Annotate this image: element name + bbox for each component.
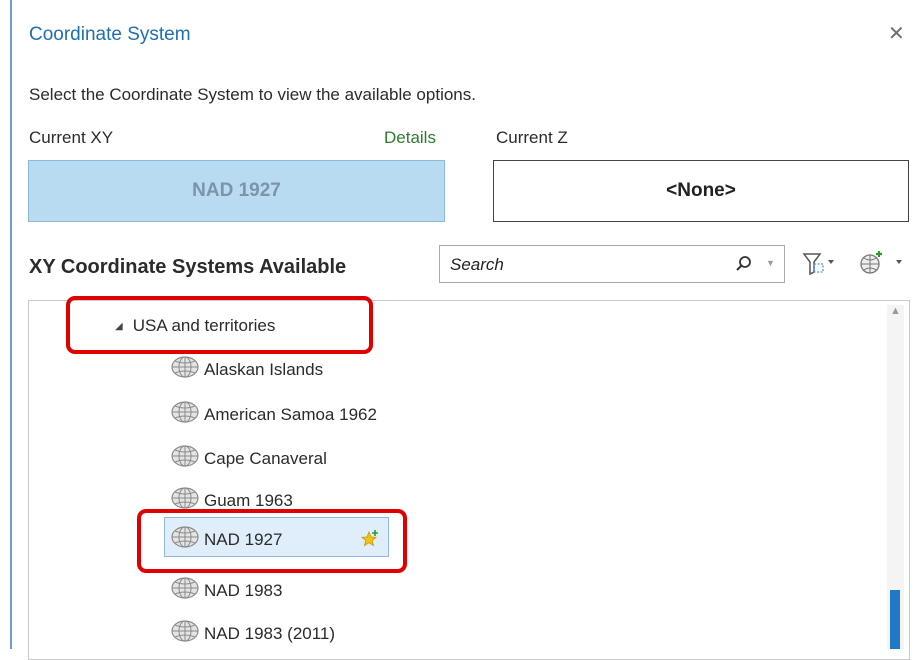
search-input[interactable] <box>448 251 722 279</box>
scroll-thumb[interactable] <box>890 590 900 649</box>
globe-icon <box>170 487 200 514</box>
favorite-star-icon[interactable] <box>360 530 380 553</box>
filter-icon[interactable] <box>801 251 841 282</box>
search-icon[interactable] <box>735 255 753 278</box>
current-xy-value: NAD 1927 <box>192 180 281 201</box>
tree-item-label: Cape Canaveral <box>204 448 327 468</box>
coordinate-systems-tree[interactable] <box>28 300 910 660</box>
tree-group-label: USA and territories <box>132 316 276 335</box>
tree-item[interactable]: Alaskan Islands <box>170 356 323 383</box>
tree-group-usa-and-territories[interactable]: ◢ USA and territories <box>115 316 275 336</box>
dialog-title: Coordinate System <box>29 24 191 45</box>
details-link[interactable]: Details <box>384 128 436 148</box>
tree-item-label: NAD 1983 (2011) <box>204 623 336 643</box>
tree-item-selected[interactable]: NAD 1927 <box>170 526 282 553</box>
tree-item[interactable]: American Samoa 1962 <box>170 401 377 428</box>
dialog-left-border <box>10 0 12 649</box>
tree-item[interactable]: Guam 1963 <box>170 487 293 514</box>
instruction-text: Select the Coordinate System to view the… <box>29 85 476 104</box>
tree-item[interactable]: Cape Canaveral <box>170 445 327 472</box>
tree-item-label: NAD 1983 <box>204 580 283 600</box>
globe-icon <box>170 577 200 604</box>
current-z-value: <None> <box>666 180 736 201</box>
globe-icon <box>170 526 200 553</box>
globe-icon <box>170 445 200 472</box>
tree-item[interactable]: NAD 1983 <box>170 577 282 604</box>
collapse-triangle-icon[interactable]: ◢ <box>115 321 123 332</box>
globe-icon <box>170 356 200 383</box>
current-z-box[interactable]: <None> <box>493 160 909 222</box>
tree-item-label: Alaskan Islands <box>204 359 324 379</box>
close-icon[interactable]: ✕ <box>888 24 905 44</box>
search-options-chevron-icon[interactable]: ▼ <box>766 258 775 268</box>
tree-item-label: American Samoa 1962 <box>204 404 377 424</box>
add-coordinate-system-icon[interactable] <box>857 251 907 282</box>
search-box[interactable]: ▼ <box>439 245 785 283</box>
current-xy-box[interactable]: NAD 1927 <box>28 160 445 222</box>
scroll-up-arrow-icon[interactable]: ▲ <box>890 306 901 317</box>
current-z-label: Current Z <box>496 128 568 147</box>
current-xy-label: Current XY <box>29 128 114 147</box>
globe-icon <box>170 620 200 647</box>
globe-icon <box>170 401 200 428</box>
tree-item-label: NAD 1927 <box>204 529 283 549</box>
available-systems-heading: XY Coordinate Systems Available <box>29 256 347 278</box>
tree-item[interactable]: NAD 1983 (2011) <box>170 620 335 647</box>
tree-item-label: Guam 1963 <box>204 490 293 510</box>
